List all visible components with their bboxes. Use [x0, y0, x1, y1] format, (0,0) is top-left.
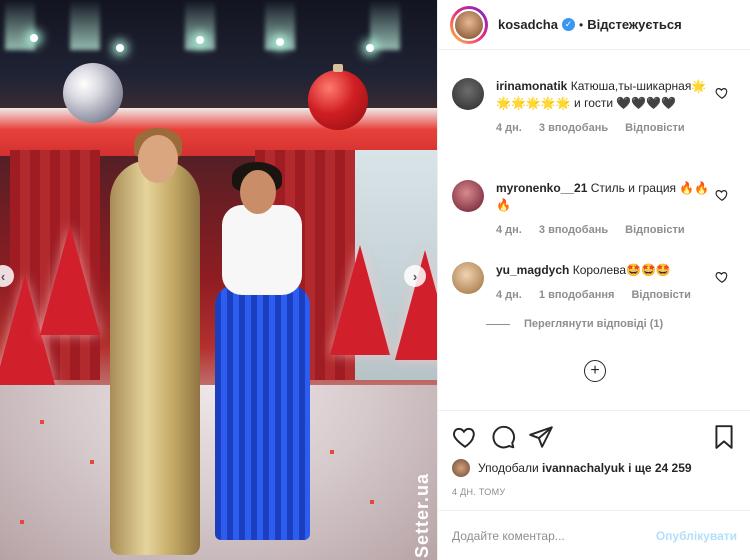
white-blouse: [222, 205, 302, 295]
view-replies-button[interactable]: Переглянути відповіді (1): [486, 316, 717, 333]
liker-username[interactable]: ivannachalyuk: [542, 461, 625, 475]
stage-light-beam: [370, 0, 400, 50]
like-comment-heart-icon[interactable]: [715, 188, 729, 202]
comments-list: irinamonatik Катюша,ты-шикарная🌟🌟🌟🌟🌟🌟 и …: [438, 58, 750, 398]
comment-username[interactable]: irinamonatik: [496, 79, 567, 93]
comment-bubble-icon[interactable]: [490, 424, 516, 450]
post-photo[interactable]: Setter.ua ‹ ›: [0, 0, 437, 560]
reply-button[interactable]: Відповісти: [631, 289, 690, 301]
comment-username[interactable]: myronenko__21: [496, 181, 587, 195]
action-icons: [452, 423, 737, 451]
comment-input[interactable]: [452, 528, 656, 543]
likes-summary[interactable]: Уподобали ivannachalyuk і ще 24 259: [452, 459, 737, 477]
comment-likes[interactable]: 1 вподобання: [539, 289, 614, 301]
comment-meta: 4 дн. 1 вподобання Відповісти: [496, 287, 717, 304]
comment-item: myronenko__21 Стиль и грация 🔥🔥🔥 4 дн. 3…: [438, 180, 750, 239]
watermark: Setter.ua: [412, 472, 432, 558]
likes-count[interactable]: і ще 24 259: [628, 461, 692, 475]
post-header: kosadcha ✓ • Відстежується: [438, 0, 750, 50]
author-avatar[interactable]: [450, 5, 488, 44]
stage-light: [366, 44, 374, 52]
post-timestamp[interactable]: 4 ДН. ТОМУ: [452, 487, 737, 497]
commenter-avatar[interactable]: [452, 78, 484, 110]
like-comment-heart-icon[interactable]: [715, 86, 729, 100]
comment-age[interactable]: 4 дн.: [496, 122, 522, 134]
confetti: [90, 460, 94, 464]
follow-status-button[interactable]: Відстежується: [587, 17, 682, 32]
comment-meta: 4 дн. 3 вподобань Відповісти: [496, 222, 717, 239]
comment-likes[interactable]: 3 вподобань: [539, 122, 608, 134]
like-comment-heart-icon[interactable]: [715, 270, 729, 284]
publish-button[interactable]: Опублікувати: [656, 529, 737, 543]
stage-light: [196, 36, 204, 44]
likes-prefix: Уподобали: [478, 461, 539, 475]
save-bookmark-icon[interactable]: [711, 424, 737, 450]
confetti: [40, 420, 44, 424]
stage-light: [116, 44, 124, 52]
comment-body: yu_magdych Королева🤩🤩🤩 4 дн. 1 вподобанн…: [486, 262, 737, 333]
woman-gold-jumpsuit: [110, 160, 200, 555]
comment-age[interactable]: 4 дн.: [496, 289, 522, 301]
comment-likes[interactable]: 3 вподобань: [539, 224, 608, 236]
confetti: [330, 450, 334, 454]
comment-item: yu_magdych Королева🤩🤩🤩 4 дн. 1 вподобанн…: [438, 262, 750, 333]
disco-ball: [63, 63, 123, 123]
stage-light: [276, 38, 284, 46]
confetti: [370, 500, 374, 504]
load-more-comments-plus-icon[interactable]: +: [584, 360, 606, 382]
post-sidebar: kosadcha ✓ • Відстежується irinamonatik …: [437, 0, 750, 560]
liker-avatar: [452, 459, 470, 477]
header-separator: •: [578, 17, 584, 32]
woman-head: [240, 170, 276, 214]
christmas-tree: [330, 245, 390, 355]
stage-light: [30, 34, 38, 42]
comment-body: myronenko__21 Стиль и грация 🔥🔥🔥 4 дн. 3…: [496, 180, 737, 239]
reply-button[interactable]: Відповісти: [625, 122, 684, 134]
stage-light-beam: [5, 0, 35, 50]
like-heart-icon[interactable]: [452, 424, 478, 450]
share-send-icon[interactable]: [528, 424, 554, 450]
verified-badge-icon: ✓: [561, 18, 575, 31]
woman-head: [138, 135, 178, 183]
reply-button[interactable]: Відповісти: [625, 224, 684, 236]
next-photo-button[interactable]: ›: [404, 265, 426, 287]
view-replies-label: Переглянути відповіді (1): [524, 318, 664, 330]
add-comment-bar: Опублікувати: [438, 510, 750, 560]
comment-meta: 4 дн. 3 вподобань Відповісти: [496, 120, 717, 137]
red-ornament: [308, 64, 368, 130]
commenter-avatar[interactable]: [452, 262, 484, 294]
stage-light-beam: [70, 0, 100, 50]
replies-divider-line: [486, 324, 510, 325]
christmas-tree: [40, 225, 100, 335]
confetti: [20, 520, 24, 524]
author-username[interactable]: kosadcha: [498, 17, 558, 32]
comment-text: Королева🤩🤩🤩: [572, 263, 671, 277]
stage-arch: [0, 108, 437, 156]
comment-body: irinamonatik Катюша,ты-шикарная🌟🌟🌟🌟🌟🌟 и …: [496, 78, 737, 137]
comment-age[interactable]: 4 дн.: [496, 224, 522, 236]
commenter-avatar[interactable]: [452, 180, 484, 212]
comment-username[interactable]: yu_magdych: [496, 263, 569, 277]
woman-blue-skirt: [215, 285, 310, 540]
avatar-image: [453, 8, 485, 41]
comment-item: irinamonatik Катюша,ты-шикарная🌟🌟🌟🌟🌟🌟 и …: [438, 78, 750, 137]
